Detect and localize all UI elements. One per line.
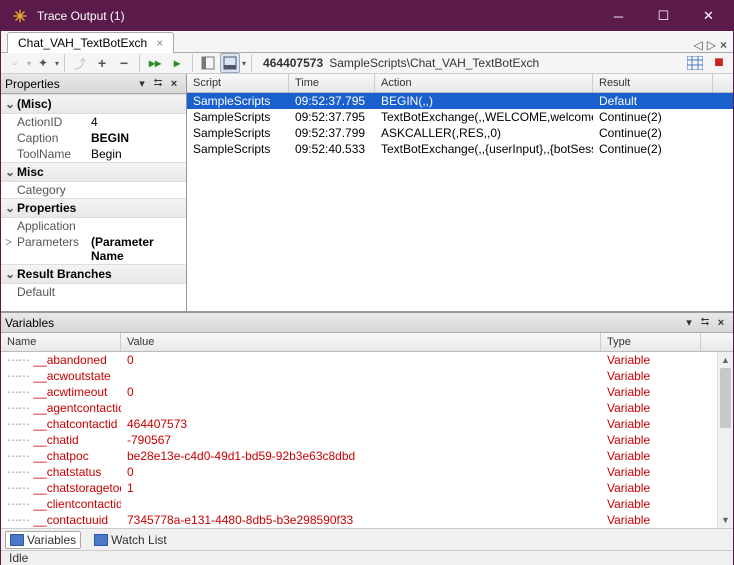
property-row[interactable]: >Parameters(Parameter Name <box>1 234 186 264</box>
trace-grid: Script Time Action Result SampleScripts0… <box>187 74 733 311</box>
toolbar-add-button[interactable]: + <box>92 53 112 73</box>
scroll-up-icon[interactable]: ▲ <box>718 352 733 368</box>
toolbar: ▫ ▾ ✦ ▾ ⤴ + − ▸▸ ▸ ▾ 464407573 SampleScr… <box>1 53 733 74</box>
variable-row[interactable]: __chatcontactid464407573Variable <box>1 416 733 432</box>
status-text: Idle <box>9 551 28 565</box>
property-group[interactable]: ⌄Properties <box>1 198 186 218</box>
header-value[interactable]: Value <box>121 333 601 351</box>
scrollbar-vertical[interactable]: ▲ ▼ <box>717 352 733 528</box>
tab-chat-vah-textbotexch[interactable]: Chat_VAH_TextBotExch × <box>7 32 174 53</box>
toolbar-export-icon[interactable]: ⤴ <box>70 53 90 73</box>
properties-dropdown-icon[interactable]: ▾ <box>134 76 150 92</box>
record-icon[interactable]: ■ <box>709 53 729 73</box>
trace-row[interactable]: SampleScripts09:52:40.533TextBotExchange… <box>187 141 733 157</box>
breadcrumb-id: 464407573 <box>263 56 323 70</box>
window-title: Trace Output (1) <box>37 9 596 23</box>
maximize-button[interactable]: ☐ <box>641 1 686 31</box>
tab-label: Chat_VAH_TextBotExch <box>18 36 147 50</box>
property-group[interactable]: ⌄Misc <box>1 162 186 182</box>
toolbar-remove-button[interactable]: − <box>114 53 134 73</box>
tab-close-icon[interactable]: × <box>156 36 163 50</box>
properties-pin-icon[interactable]: ⮀ <box>150 76 166 92</box>
breadcrumb-path: SampleScripts\Chat_VAH_TextBotExch <box>329 56 539 70</box>
header-script[interactable]: Script <box>187 74 289 92</box>
variable-row[interactable]: __chatstoragetod1Variable <box>1 480 733 496</box>
scroll-thumb[interactable] <box>720 368 731 428</box>
minimize-button[interactable]: ─ <box>596 1 641 31</box>
variable-row[interactable]: __contactuuid7345778a-e131-4480-8db5-b3e… <box>1 512 733 528</box>
variable-row[interactable]: __chatstatus0Variable <box>1 464 733 480</box>
document-tabbar: Chat_VAH_TextBotExch × ◁ ▷ × <box>1 31 733 53</box>
scroll-down-icon[interactable]: ▼ <box>718 512 733 528</box>
variable-row[interactable]: __acwtimeout0Variable <box>1 384 733 400</box>
properties-title: Properties <box>5 77 134 91</box>
variables-dropdown-icon[interactable]: ▾ <box>681 315 697 331</box>
header-result[interactable]: Result <box>593 74 713 92</box>
property-row[interactable]: ActionID4 <box>1 114 186 130</box>
variable-row[interactable]: __chatid-790567Variable <box>1 432 733 448</box>
variables-close-icon[interactable]: × <box>713 315 729 331</box>
view1-button[interactable] <box>198 53 218 73</box>
header-action[interactable]: Action <box>375 74 593 92</box>
property-row[interactable]: ToolNameBegin <box>1 146 186 162</box>
property-row[interactable]: Category <box>1 182 186 198</box>
trace-row[interactable]: SampleScripts09:52:37.799ASKCALLER(,RES,… <box>187 125 733 141</box>
property-group[interactable]: ⌄Result Branches <box>1 264 186 284</box>
watch-tab-icon <box>94 534 108 546</box>
variables-panel: Variables ▾ ⮀ × Name Value Type __abando… <box>1 312 733 550</box>
toolbar-doc-icon[interactable]: ▫ <box>5 53 25 73</box>
property-group[interactable]: ⌄(Misc) <box>1 94 186 114</box>
variable-row[interactable]: __chatpocbe28e13e-c4d0-49d1-bd59-92b3e63… <box>1 448 733 464</box>
header-type[interactable]: Type <box>601 333 701 351</box>
breadcrumb: 464407573 SampleScripts\Chat_VAH_TextBot… <box>263 56 539 70</box>
titlebar: Trace Output (1) ─ ☐ ✕ <box>1 1 733 31</box>
variable-row[interactable]: __clientcontactidVariable <box>1 496 733 512</box>
tab-variables[interactable]: Variables <box>5 531 81 549</box>
tab-watch-list[interactable]: Watch List <box>89 531 172 549</box>
properties-panel: Properties ▾ ⮀ × ⌄(Misc)ActionID4Caption… <box>1 74 187 311</box>
toolbar-tools-icon[interactable]: ✦ <box>33 53 53 73</box>
tab-variables-label: Variables <box>27 533 76 547</box>
variable-row[interactable]: __acwoutstateVariable <box>1 368 733 384</box>
property-row[interactable]: Default <box>1 284 186 300</box>
variables-pin-icon[interactable]: ⮀ <box>697 315 713 331</box>
tabbar-close-button[interactable]: × <box>720 38 727 52</box>
trace-row[interactable]: SampleScripts09:52:37.795TextBotExchange… <box>187 109 733 125</box>
app-icon <box>9 5 31 27</box>
properties-close-icon[interactable]: × <box>166 76 182 92</box>
property-row[interactable]: CaptionBEGIN <box>1 130 186 146</box>
scroll-right-button[interactable]: ▷ <box>707 38 716 52</box>
tab-watch-label: Watch List <box>111 533 167 547</box>
variable-row[interactable]: __agentcontactidVariable <box>1 400 733 416</box>
variables-tab-icon <box>10 534 24 546</box>
statusbar: Idle <box>1 550 733 565</box>
header-time[interactable]: Time <box>289 74 375 92</box>
header-name[interactable]: Name <box>1 333 121 351</box>
play-button[interactable]: ▸▸ <box>145 53 165 73</box>
view2-button[interactable] <box>220 53 240 73</box>
scroll-left-button[interactable]: ◁ <box>694 38 703 52</box>
variable-row[interactable]: __abandoned0Variable <box>1 352 733 368</box>
variables-title: Variables <box>5 316 681 330</box>
step-button[interactable]: ▸ <box>167 53 187 73</box>
grid-icon[interactable] <box>685 53 705 73</box>
trace-row[interactable]: SampleScripts09:52:37.795BEGIN(,,)Defaul… <box>187 93 733 109</box>
close-button[interactable]: ✕ <box>686 1 731 31</box>
property-row[interactable]: Application <box>1 218 186 234</box>
